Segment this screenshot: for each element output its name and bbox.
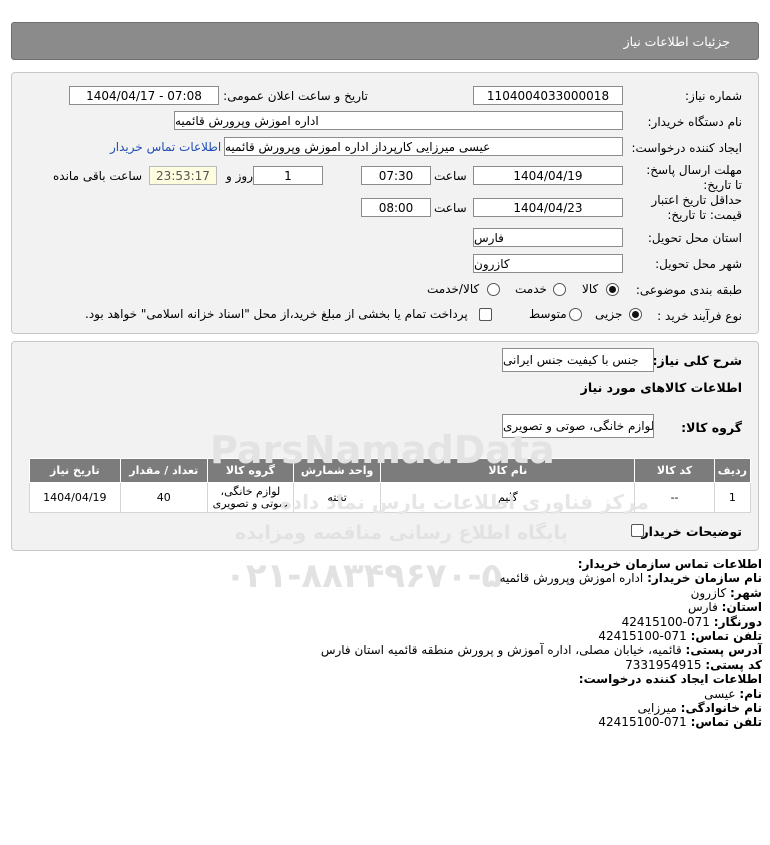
deadline-date-field: 1404/04/19: [473, 166, 623, 185]
fax-label: دورنگار:: [713, 614, 762, 629]
contact-city-value: کازرون: [690, 585, 727, 600]
table-row: 1 -- گلیم تخته لوازم خانگی، صوتی و تصویر…: [29, 482, 752, 513]
goods-table: ردیف کد کالا نام کالا واحد شمارش گروه کا…: [29, 458, 752, 513]
category-option-goods: کالا: [582, 282, 599, 296]
page-title: جزئیات اطلاعات نیاز: [623, 33, 730, 49]
category-label: طبقه بندی موضوعی:: [635, 283, 742, 297]
process-option-minor: جزیی: [595, 307, 623, 321]
address-value: قائمیه، خیابان مصلی، اداره آموزش و پرورش…: [320, 643, 682, 658]
category-radio-service[interactable]: [553, 283, 566, 296]
org-label: نام سازمان خریدار:: [647, 571, 762, 586]
cell-row-number: 1: [713, 482, 752, 513]
general-description-field: جنس با کیفیت جنس ایرانی: [502, 348, 654, 372]
buyer-notes-checkbox[interactable]: [631, 524, 644, 537]
org-value: اداره اموزش وپرورش قائمیه: [499, 571, 644, 586]
goods-table-header: ردیف کد کالا نام کالا واحد شمارش گروه کا…: [29, 458, 752, 483]
phone-label: تلفن تماس:: [690, 629, 762, 644]
province-field: فارس: [473, 228, 623, 247]
process-option-medium: متوسط: [529, 307, 567, 321]
postal-code-value: 7331954915: [625, 657, 702, 672]
cell-item-name: گلیم: [380, 482, 636, 513]
phone-value: 071-42415100: [598, 629, 687, 644]
page-header: جزئیات اطلاعات نیاز: [11, 22, 759, 60]
remaining-time-field: 23:53:17: [149, 166, 217, 185]
category-option-service: خدمت: [515, 282, 547, 296]
cell-item-code: --: [634, 482, 715, 513]
col-quantity: تعداد / مقدار: [119, 458, 208, 483]
cell-quantity: 40: [119, 482, 208, 513]
cell-need-date: 1404/04/19: [29, 482, 121, 513]
days-label: روز و: [226, 169, 253, 183]
announce-field: 1404/04/17 - 07:08: [69, 86, 219, 105]
deadline-time-field: 07:30: [361, 166, 431, 185]
contact-title: اطلاعات تماس سازمان خریدار:: [577, 557, 762, 571]
deadline-label: مهلت ارسال پاسخ: تا تاریخ:: [646, 163, 742, 192]
creator-phone-label: تلفن تماس:: [690, 715, 762, 730]
goods-group-field: لوازم خانگی، صوتی و تصویری: [502, 414, 654, 438]
treasury-payment-checkbox[interactable]: [479, 308, 492, 321]
last-name-value: میرزایی: [637, 701, 677, 716]
col-group: گروه کالا: [206, 458, 294, 483]
need-number-field: 1104004033000018: [473, 86, 623, 105]
process-radio-minor[interactable]: [629, 308, 642, 321]
contact-section: اطلاعات تماس سازمان خریدار: نام سازمان خ…: [321, 557, 762, 730]
validity-date-field: 1404/04/23: [473, 198, 623, 217]
buyer-contact-link[interactable]: اطلاعات تماس خریدار: [110, 140, 221, 154]
col-item-code: کد کالا: [634, 458, 715, 483]
general-description-label: شرح کلی نیاز:: [652, 353, 742, 368]
goods-info-title: اطلاعات کالاهای مورد نیاز: [580, 380, 742, 395]
validity-label: حداقل تاریخ اعتبار قیمت: تا تاریخ:: [651, 193, 742, 222]
contact-city-label: شهر:: [730, 585, 762, 600]
buyer-label: نام دستگاه خریدار:: [647, 115, 743, 129]
first-name-label: نام:: [739, 686, 762, 701]
province-label: استان محل تحویل:: [647, 231, 742, 245]
cell-group: لوازم خانگی، صوتی و تصویری: [206, 482, 294, 513]
buyer-field: اداره اموزش وپرورش قائمیه: [174, 111, 623, 130]
contact-province-label: استان:: [721, 600, 762, 615]
fax-value: 071-42415100: [621, 614, 710, 629]
col-unit: واحد شمارش: [292, 458, 382, 483]
treasury-payment-note: پرداخت تمام یا بخشی از مبلغ خرید،از محل …: [85, 307, 468, 321]
announce-label: تاریخ و ساعت اعلان عمومی:: [223, 89, 368, 103]
col-item-name: نام کالا: [380, 458, 636, 483]
first-name-value: عیسی: [704, 686, 736, 701]
buyer-notes-label: توضیحات خریدار:: [636, 524, 742, 539]
last-name-label: نام خانوادگی:: [680, 701, 762, 716]
creator-field: عیسی میرزایی کارپرداز اداره اموزش وپرورش…: [224, 137, 623, 156]
postal-code-label: کد پستی:: [705, 657, 762, 672]
col-need-date: تاریخ نیاز: [29, 458, 121, 483]
city-field: کازرون: [473, 254, 623, 273]
category-radio-goods-service[interactable]: [487, 283, 500, 296]
creator-label: ایجاد کننده درخواست:: [631, 141, 742, 155]
validity-time-field: 08:00: [361, 198, 431, 217]
category-radio-goods[interactable]: [606, 283, 619, 296]
deadline-time-label: ساعت: [434, 169, 467, 183]
summary-panel: [11, 341, 759, 551]
contact-province-value: فارس: [687, 600, 718, 615]
category-option-goods-service: کالا/خدمت: [427, 282, 480, 296]
col-row-number: ردیف: [713, 458, 752, 483]
goods-group-label: گروه کالا:: [681, 420, 742, 435]
city-label: شهر محل تحویل:: [655, 257, 742, 271]
creator-info-title: اطلاعات ایجاد کننده درخواست:: [578, 672, 762, 687]
remaining-label: ساعت باقی مانده: [53, 169, 143, 183]
address-label: آدرس پستی:: [685, 643, 762, 658]
process-label: نوع فرآیند خرید :: [657, 309, 742, 323]
process-radio-medium[interactable]: [569, 308, 582, 321]
need-number-label: شماره نیاز:: [685, 89, 742, 103]
validity-time-label: ساعت: [434, 201, 467, 215]
cell-unit: تخته: [292, 482, 382, 513]
creator-phone-value: 071-42415100: [598, 715, 687, 730]
days-remaining-field: 1: [253, 166, 323, 185]
